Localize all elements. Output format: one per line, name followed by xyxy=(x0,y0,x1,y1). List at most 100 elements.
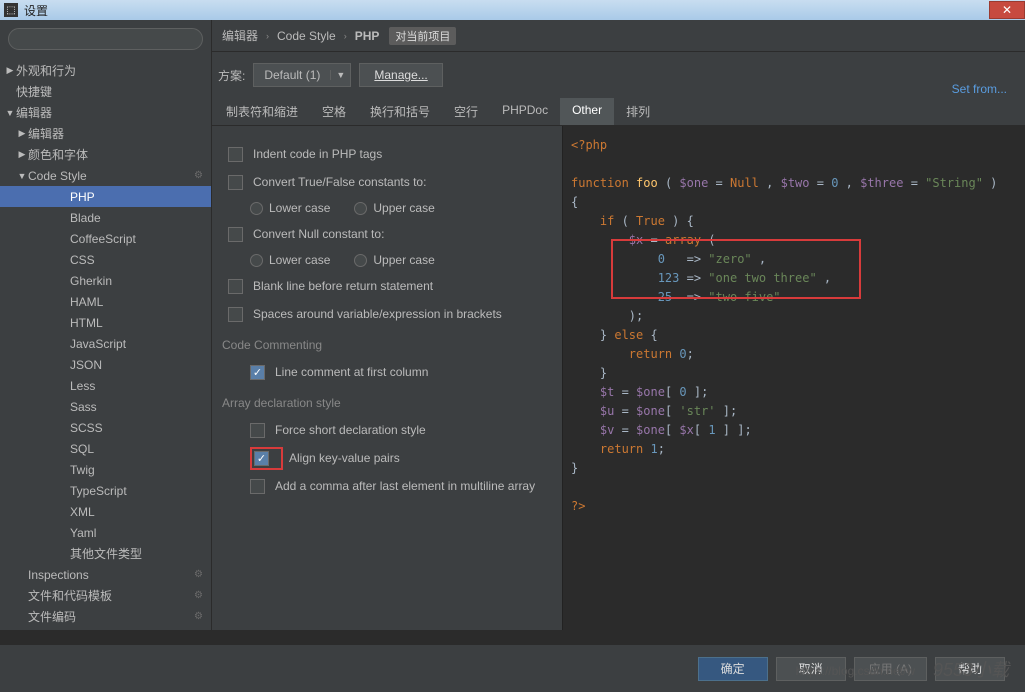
help-button[interactable]: 帮助 xyxy=(935,657,1005,681)
option-trailing-comma[interactable]: Add a comma after last element in multil… xyxy=(222,472,552,500)
sidebar-item-label: 颜色和字体 xyxy=(28,146,88,163)
tree-arrow-icon xyxy=(16,149,28,160)
radio-lower[interactable]: Lower case xyxy=(250,253,330,267)
sidebar-item[interactable]: 其他文件类型 xyxy=(0,543,211,564)
sidebar-item-label: JavaScript xyxy=(70,337,126,351)
sidebar-item[interactable]: PHP xyxy=(0,186,211,207)
sidebar-item[interactable]: XML xyxy=(0,501,211,522)
sidebar-item[interactable]: Less xyxy=(0,375,211,396)
sidebar-item[interactable]: Yaml xyxy=(0,522,211,543)
sidebar-item-label: Twig xyxy=(70,463,95,477)
chevron-right-icon: › xyxy=(344,31,347,41)
breadcrumb-item[interactable]: 编辑器 xyxy=(222,27,258,44)
sidebar-item[interactable]: Sass xyxy=(0,396,211,417)
manage-button[interactable]: Manage... xyxy=(359,63,442,87)
sidebar-item[interactable]: 外观和行为 xyxy=(0,60,211,81)
sidebar-item[interactable]: TypeScript xyxy=(0,480,211,501)
scheme-label: 方案: xyxy=(218,67,245,84)
sidebar-item[interactable]: 编辑器 xyxy=(0,123,211,144)
options-panel: Indent code in PHP tags Convert True/Fal… xyxy=(212,126,562,630)
ok-button[interactable]: 确定 xyxy=(698,657,768,681)
breadcrumb-item[interactable]: PHP xyxy=(355,29,380,43)
option-indent-php[interactable]: Indent code in PHP tags xyxy=(222,140,552,168)
cancel-button[interactable]: 取消 xyxy=(776,657,846,681)
sidebar-item-label: 编辑器 xyxy=(28,125,64,142)
sidebar-item-label: Blade xyxy=(70,211,101,225)
gear-icon: ⚙ xyxy=(194,590,203,601)
breadcrumb-item[interactable]: Code Style xyxy=(277,29,336,43)
set-from-link[interactable]: Set from... xyxy=(952,82,1007,96)
sidebar-item-label: XML xyxy=(70,505,95,519)
close-button[interactable]: ✕ xyxy=(989,1,1025,19)
sidebar-item-label: 外观和行为 xyxy=(16,62,76,79)
option-force-short[interactable]: Force short declaration style xyxy=(222,416,552,444)
sidebar-item[interactable]: Twig xyxy=(0,459,211,480)
footer: 确定 取消 应用 (A) 帮助 xyxy=(0,644,1025,692)
apply-button[interactable]: 应用 (A) xyxy=(854,657,927,681)
sidebar-item[interactable]: 文件编码 ⚙ xyxy=(0,606,211,627)
sidebar-item[interactable]: CoffeeScript xyxy=(0,228,211,249)
sidebar-item-label: 文件编码 xyxy=(28,608,76,625)
sidebar-item[interactable]: 编辑器 xyxy=(0,102,211,123)
settings-tree: 外观和行为快捷键编辑器编辑器颜色和字体Code Style⚙PHPBladeCo… xyxy=(0,58,211,627)
sidebar-item[interactable]: 文件和代码模板⚙ xyxy=(0,585,211,606)
sidebar-item-label: CSS xyxy=(70,253,95,267)
sidebar-item-label: CoffeeScript xyxy=(70,232,136,246)
sidebar-item-label: 其他文件类型 xyxy=(70,545,142,562)
sidebar-item[interactable]: HTML xyxy=(0,312,211,333)
search-box xyxy=(8,28,203,50)
sidebar-item[interactable]: 快捷键 xyxy=(0,81,211,102)
sidebar-item-label: Less xyxy=(70,379,95,393)
sidebar-item[interactable]: Gherkin xyxy=(0,270,211,291)
gear-icon: ⚙ xyxy=(194,170,203,181)
breadcrumb: 编辑器 › Code Style › PHP 对当前项目 xyxy=(212,20,1025,52)
sidebar-item[interactable]: JSON xyxy=(0,354,211,375)
chevron-right-icon: › xyxy=(266,31,269,41)
sidebar-item-label: JSON xyxy=(70,358,102,372)
sidebar-item-label: HAML xyxy=(70,295,103,309)
sidebar-item[interactable]: HAML xyxy=(0,291,211,312)
project-badge: 对当前项目 xyxy=(389,27,456,45)
sidebar-item[interactable]: 颜色和字体 xyxy=(0,144,211,165)
tab-PHPDoc[interactable]: PHPDoc xyxy=(490,98,560,125)
option-spaces-var[interactable]: Spaces around variable/expression in bra… xyxy=(222,300,552,328)
sidebar-item-label: 编辑器 xyxy=(16,104,52,121)
tab-换行和括号[interactable]: 换行和括号 xyxy=(358,98,442,125)
sidebar-item[interactable]: Inspections ⚙ xyxy=(0,564,211,585)
gear-icon: ⚙ xyxy=(194,611,203,622)
sidebar-item[interactable]: JavaScript xyxy=(0,333,211,354)
sidebar-item[interactable]: CSS xyxy=(0,249,211,270)
tabs: 制表符和缩进空格换行和括号空行PHPDocOther排列 xyxy=(212,98,1025,126)
radio-upper[interactable]: Upper case xyxy=(354,201,434,215)
tab-制表符和缩进[interactable]: 制表符和缩进 xyxy=(214,98,310,125)
tab-空行[interactable]: 空行 xyxy=(442,98,490,125)
app-icon: ⬚ xyxy=(4,3,18,17)
sidebar-item-label: Yaml xyxy=(70,526,96,540)
option-null-radios: Lower case Upper case xyxy=(222,248,552,272)
tree-arrow-icon xyxy=(16,128,28,139)
sidebar-item[interactable]: Blade xyxy=(0,207,211,228)
radio-upper[interactable]: Upper case xyxy=(354,253,434,267)
option-convert-tf[interactable]: Convert True/False constants to: xyxy=(222,168,552,196)
sidebar-item-label: Inspections xyxy=(28,568,89,582)
sidebar-item[interactable]: SQL xyxy=(0,438,211,459)
sidebar-item-label: TypeScript xyxy=(70,484,127,498)
sidebar-item-label: HTML xyxy=(70,316,103,330)
sidebar-item-label: SQL xyxy=(70,442,94,456)
radio-lower[interactable]: Lower case xyxy=(250,201,330,215)
tab-空格[interactable]: 空格 xyxy=(310,98,358,125)
option-line-comment[interactable]: Line comment at first column xyxy=(222,358,552,386)
tab-排列[interactable]: 排列 xyxy=(614,98,662,125)
option-convert-null[interactable]: Convert Null constant to: xyxy=(222,220,552,248)
option-align-kv[interactable]: Align key-value pairs xyxy=(222,444,552,472)
gear-icon: ⚙ xyxy=(194,569,203,580)
option-blank-return[interactable]: Blank line before return statement xyxy=(222,272,552,300)
window-title: 设置 xyxy=(24,2,48,19)
scheme-combo[interactable]: Default (1) ▼ xyxy=(253,63,351,87)
sidebar-item[interactable]: Code Style⚙ xyxy=(0,165,211,186)
tab-Other[interactable]: Other xyxy=(560,98,614,125)
sidebar-item[interactable]: SCSS xyxy=(0,417,211,438)
option-tf-radios: Lower case Upper case xyxy=(222,196,552,220)
section-commenting: Code Commenting xyxy=(222,338,552,352)
search-input[interactable] xyxy=(8,28,203,50)
